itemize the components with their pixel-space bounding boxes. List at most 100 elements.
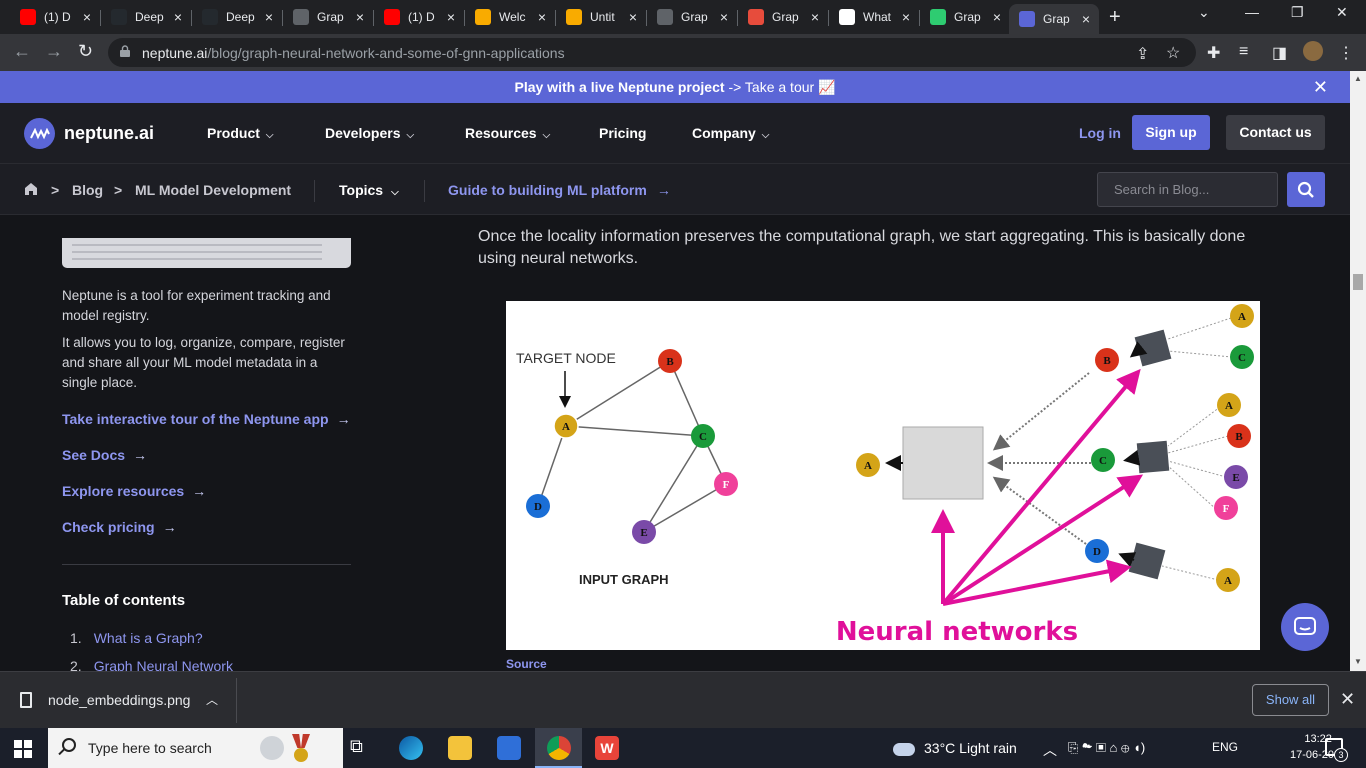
close-window-icon[interactable]: ✕ [1336,4,1348,21]
page-scrollbar[interactable]: ▲ ▼ [1350,71,1366,671]
blog-search-input[interactable]: Search in Blog... [1097,172,1278,207]
nav-pricing[interactable]: Pricing [599,125,646,141]
close-tab-icon[interactable]: × [626,9,640,25]
search-button[interactable] [1287,172,1325,207]
show-all-button[interactable]: Show all [1252,684,1329,716]
side-panel-icon[interactable]: ◨ [1272,43,1287,63]
svg-text:A: A [1225,400,1233,412]
svg-text:D: D [534,501,542,513]
extensions-icon[interactable]: ✚ [1207,43,1220,63]
browser-tab[interactable]: Grap × [738,4,828,30]
restore-icon[interactable]: ❐ [1291,4,1304,21]
share-icon[interactable]: ⇪ [1136,44,1149,64]
nav-company[interactable]: Company ⌵ [692,125,769,141]
contact-button[interactable]: Contact us [1226,115,1325,150]
close-tab-icon[interactable]: × [1079,11,1093,27]
tour-link[interactable]: Take interactive tour of the Neptune app… [62,411,351,427]
close-tab-icon[interactable]: × [808,9,822,25]
scroll-down-icon[interactable]: ▼ [1354,657,1362,666]
chrome-taskbar-button[interactable] [535,728,582,768]
close-banner-icon[interactable]: ✕ [1313,71,1328,103]
address-bar[interactable]: neptune.ai/blog/graph-neural-network-and… [108,38,1196,67]
tab-search-icon[interactable]: ⌄ [1198,4,1210,21]
close-download-bar-icon[interactable]: ✕ [1340,689,1355,710]
bookmark-star-icon[interactable]: ☆ [1166,43,1180,63]
windows-taskbar: Type here to search ⧉ W 33°C Light rain … [0,728,1366,768]
browser-tab[interactable]: Deep × [101,4,191,30]
forward-icon[interactable]: → [45,41,63,62]
back-icon[interactable]: ← [13,41,31,62]
breadcrumb-category[interactable]: ML Model Development [135,182,291,198]
resources-link[interactable]: Explore resources → [62,483,206,499]
browser-tab[interactable]: Grap × [920,4,1010,30]
promo-banner[interactable]: Play with a live Neptune project -> Take… [0,71,1350,103]
close-tab-icon[interactable]: × [717,9,731,25]
close-tab-icon[interactable]: × [353,9,367,25]
pricing-link[interactable]: Check pricing → [62,519,177,535]
tab-label: Grap [1043,12,1070,26]
breadcrumb-blog[interactable]: Blog [72,182,103,198]
gnn-aggregation-figure: TARGET NODE INPUT GRAPH A B C D E F A B … [506,301,1260,650]
close-tab-icon[interactable]: × [899,9,913,25]
taskbar-search-text: Type here to search [88,740,212,756]
browser-tab[interactable]: Welc × [465,4,555,30]
docs-link[interactable]: See Docs → [62,447,147,463]
taskbar-search[interactable]: Type here to search [48,728,343,768]
language-indicator[interactable]: ENG [1212,740,1238,754]
source-link[interactable]: Source [506,657,547,671]
home-icon[interactable] [24,182,38,196]
minimize-icon[interactable]: — [1245,4,1259,20]
close-tab-icon[interactable]: × [171,9,185,25]
guide-link[interactable]: Guide to building ML platform → [448,182,671,198]
colab-icon [475,9,491,25]
tab-label: Grap [772,10,799,24]
tab-label: What [863,10,892,24]
browser-tab[interactable]: Grap × [283,4,373,30]
nav-resources[interactable]: Resources ⌵ [465,125,550,141]
nav-product[interactable]: Product ⌵ [207,125,273,141]
browser-tab[interactable]: What × [829,4,919,30]
signup-button[interactable]: Sign up [1132,115,1210,150]
login-link[interactable]: Log in [1079,125,1121,141]
browser-tab[interactable]: Grap × [1009,4,1099,34]
weather-text[interactable]: 33°C Light rain [924,740,1017,756]
mail-icon[interactable] [497,736,521,760]
close-tab-icon[interactable]: × [444,9,458,25]
tab-label: (1) D [408,10,435,24]
svg-text:C: C [1099,455,1107,467]
chevron-down-icon: ⌵ [265,130,274,141]
close-tab-icon[interactable]: × [535,9,549,25]
chevron-up-icon[interactable]: ︿ [206,691,218,708]
file-explorer-icon[interactable] [448,736,472,760]
tray-chevron-icon[interactable]: ︿ [1043,740,1057,760]
browser-tab[interactable]: (1) D × [10,4,100,30]
topics-dropdown[interactable]: Topics ⌵ [339,182,399,198]
close-tab-icon[interactable]: × [80,9,94,25]
neptune-app-screenshot[interactable] [62,238,351,268]
browser-tab[interactable]: Untit × [556,4,646,30]
scroll-up-icon[interactable]: ▲ [1354,74,1362,83]
neptune-logo[interactable]: neptune.ai [24,118,154,149]
nav-developers[interactable]: Developers ⌵ [325,125,414,141]
toc-item[interactable]: 2. Graph Neural Network [70,658,233,671]
reload-icon[interactable]: ↻ [78,41,93,62]
profile-avatar[interactable] [1303,41,1323,61]
browser-tab[interactable]: Deep × [192,4,282,30]
wps-office-icon[interactable]: W [595,736,619,760]
toc-item[interactable]: 1. What is a Graph? [70,630,203,646]
scroll-thumb[interactable] [1353,274,1363,290]
menu-kebab-icon[interactable]: ⋮ [1338,43,1354,63]
chat-button[interactable] [1281,603,1329,651]
browser-tab[interactable]: (1) D × [374,4,464,30]
close-tab-icon[interactable]: × [990,9,1004,25]
task-view-icon[interactable]: ⧉ [350,736,374,760]
chrome-icon [547,736,571,760]
tray-icons[interactable]: ⎘ ☁ ▣ ⌂ ⊕ ◖) [1068,740,1145,756]
close-tab-icon[interactable]: × [262,9,276,25]
edge-icon[interactable] [399,736,423,760]
browser-tab[interactable]: Grap × [647,4,737,30]
windows-start-icon[interactable] [14,740,32,758]
media-icon[interactable]: ≡ [1239,43,1248,61]
download-item[interactable]: node_embeddings.png [20,692,190,708]
new-tab-button[interactable]: + [1109,6,1121,29]
